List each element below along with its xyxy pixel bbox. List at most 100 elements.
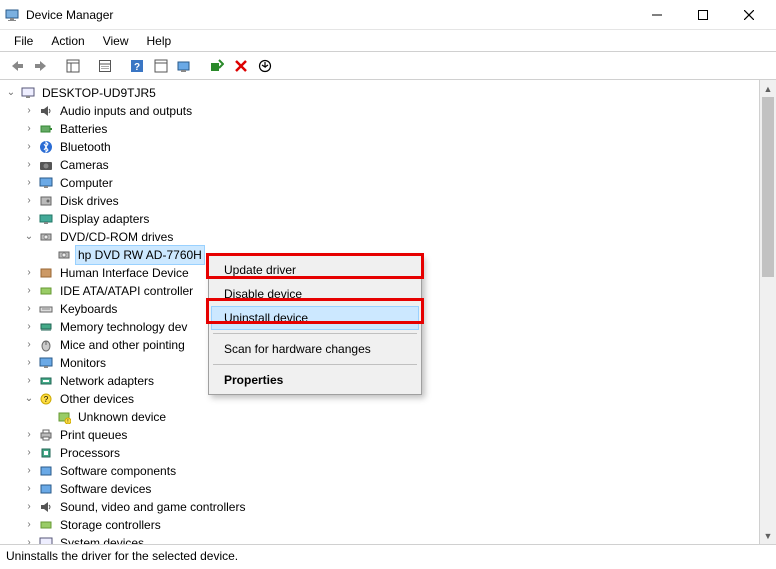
menu-view[interactable]: View — [95, 32, 137, 50]
tree-item-dvd-cdrom[interactable]: ⌄ DVD/CD-ROM drives — [4, 228, 776, 246]
menu-file[interactable]: File — [6, 32, 41, 50]
svg-text:!: ! — [67, 419, 68, 424]
expand-icon[interactable]: › — [22, 426, 36, 444]
expand-icon[interactable]: › — [22, 318, 36, 336]
tree-item-label: Mice and other pointing — [58, 336, 187, 354]
tree-item-print-queues[interactable]: › Print queues — [4, 426, 776, 444]
expand-icon[interactable]: › — [22, 534, 36, 545]
expand-icon[interactable]: › — [22, 156, 36, 174]
collapse-icon[interactable]: ⌄ — [22, 390, 36, 408]
tree-item-software-components[interactable]: › Software components — [4, 462, 776, 480]
context-menu-properties[interactable]: Properties — [211, 368, 419, 392]
menu-action[interactable]: Action — [43, 32, 92, 50]
svg-text:?: ? — [134, 62, 140, 73]
keyboard-icon — [38, 301, 54, 317]
tree-item-cameras[interactable]: › Cameras — [4, 156, 776, 174]
enable-device-button[interactable] — [206, 55, 228, 77]
nav-forward-button[interactable] — [30, 55, 52, 77]
context-menu-update-driver[interactable]: Update driver — [211, 258, 419, 282]
tree-item-bluetooth[interactable]: › Bluetooth — [4, 138, 776, 156]
help-button[interactable]: ? — [126, 55, 148, 77]
expand-icon[interactable]: › — [22, 102, 36, 120]
scroll-thumb[interactable] — [762, 97, 774, 277]
tree-item-software-devices[interactable]: › Software devices — [4, 480, 776, 498]
uninstall-device-button[interactable] — [230, 55, 252, 77]
tree-item-audio[interactable]: › Audio inputs and outputs — [4, 102, 776, 120]
svg-text:?: ? — [44, 395, 49, 404]
update-driver-button[interactable] — [254, 55, 276, 77]
expand-icon[interactable]: › — [22, 264, 36, 282]
expand-icon[interactable]: › — [22, 174, 36, 192]
context-menu-disable-device[interactable]: Disable device — [211, 282, 419, 306]
minimize-button[interactable] — [634, 0, 680, 30]
context-menu-uninstall-device[interactable]: Uninstall device — [211, 306, 419, 330]
expand-icon[interactable]: › — [22, 210, 36, 228]
expand-icon[interactable]: › — [22, 282, 36, 300]
collapse-icon[interactable]: ⌄ — [22, 228, 36, 246]
expand-icon[interactable]: › — [22, 336, 36, 354]
menu-help[interactable]: Help — [139, 32, 180, 50]
tree-item-label: Unknown device — [76, 408, 168, 426]
display-icon — [38, 211, 54, 227]
network-icon — [38, 373, 54, 389]
tree-root-label: DESKTOP-UD9TJR5 — [40, 84, 158, 102]
action-button[interactable] — [150, 55, 172, 77]
tree-item-label: Bluetooth — [58, 138, 113, 156]
titlebar: Device Manager — [0, 0, 776, 30]
tree-item-sound-video-game[interactable]: › Sound, video and game controllers — [4, 498, 776, 516]
tree-item-label: IDE ATA/ATAPI controller — [58, 282, 195, 300]
expand-icon[interactable]: › — [22, 300, 36, 318]
tree-item-label: Memory technology dev — [58, 318, 189, 336]
hid-icon — [38, 265, 54, 281]
separator — [213, 364, 417, 365]
tree-item-processors[interactable]: › Processors — [4, 444, 776, 462]
scan-hardware-button[interactable] — [174, 55, 196, 77]
tree-item-label: Disk drives — [58, 192, 121, 210]
tree-item-label: Monitors — [58, 354, 108, 372]
tree-item-label: Audio inputs and outputs — [58, 102, 194, 120]
bluetooth-icon — [38, 139, 54, 155]
tree-item-label: System devices — [58, 534, 146, 545]
tree-item-label: Processors — [58, 444, 122, 462]
expand-icon[interactable]: › — [22, 498, 36, 516]
expand-icon[interactable]: › — [22, 192, 36, 210]
tree-item-batteries[interactable]: › Batteries — [4, 120, 776, 138]
scroll-track[interactable] — [760, 97, 776, 527]
collapse-icon[interactable]: ⌄ — [4, 84, 18, 102]
expand-icon[interactable]: › — [22, 138, 36, 156]
mouse-icon — [38, 337, 54, 353]
expand-icon[interactable]: › — [22, 516, 36, 534]
tree-item-disk-drives[interactable]: › Disk drives — [4, 192, 776, 210]
expand-icon[interactable]: › — [22, 372, 36, 390]
context-menu-scan-hardware[interactable]: Scan for hardware changes — [211, 337, 419, 361]
close-button[interactable] — [726, 0, 772, 30]
menubar: File Action View Help — [0, 30, 776, 52]
scroll-up-button[interactable]: ▲ — [760, 80, 776, 97]
cpu-icon — [38, 445, 54, 461]
nav-back-button[interactable] — [6, 55, 28, 77]
tree-root[interactable]: ⌄ DESKTOP-UD9TJR5 — [4, 84, 776, 102]
expand-icon[interactable]: › — [22, 462, 36, 480]
tree-item-storage-controllers[interactable]: › Storage controllers — [4, 516, 776, 534]
expand-icon[interactable]: › — [22, 354, 36, 372]
properties-button[interactable] — [94, 55, 116, 77]
tree-item-label: Display adapters — [58, 210, 151, 228]
expand-icon[interactable]: › — [22, 480, 36, 498]
expand-icon[interactable]: › — [22, 444, 36, 462]
optical-drive-icon — [56, 247, 72, 263]
tree-item-label: Keyboards — [58, 300, 119, 318]
speaker-icon — [38, 103, 54, 119]
printer-icon — [38, 427, 54, 443]
tree-item-label: Network adapters — [58, 372, 156, 390]
software-icon — [38, 481, 54, 497]
scroll-down-button[interactable]: ▼ — [760, 527, 776, 544]
vertical-scrollbar[interactable]: ▲ ▼ — [759, 80, 776, 544]
maximize-button[interactable] — [680, 0, 726, 30]
tree-item-system-devices[interactable]: › System devices — [4, 534, 776, 545]
tree-item-label: Software components — [58, 462, 178, 480]
tree-item-display-adapters[interactable]: › Display adapters — [4, 210, 776, 228]
tree-item-unknown-device[interactable]: ! Unknown device — [4, 408, 776, 426]
expand-icon[interactable]: › — [22, 120, 36, 138]
show-hide-tree-button[interactable] — [62, 55, 84, 77]
tree-item-computer[interactable]: › Computer — [4, 174, 776, 192]
